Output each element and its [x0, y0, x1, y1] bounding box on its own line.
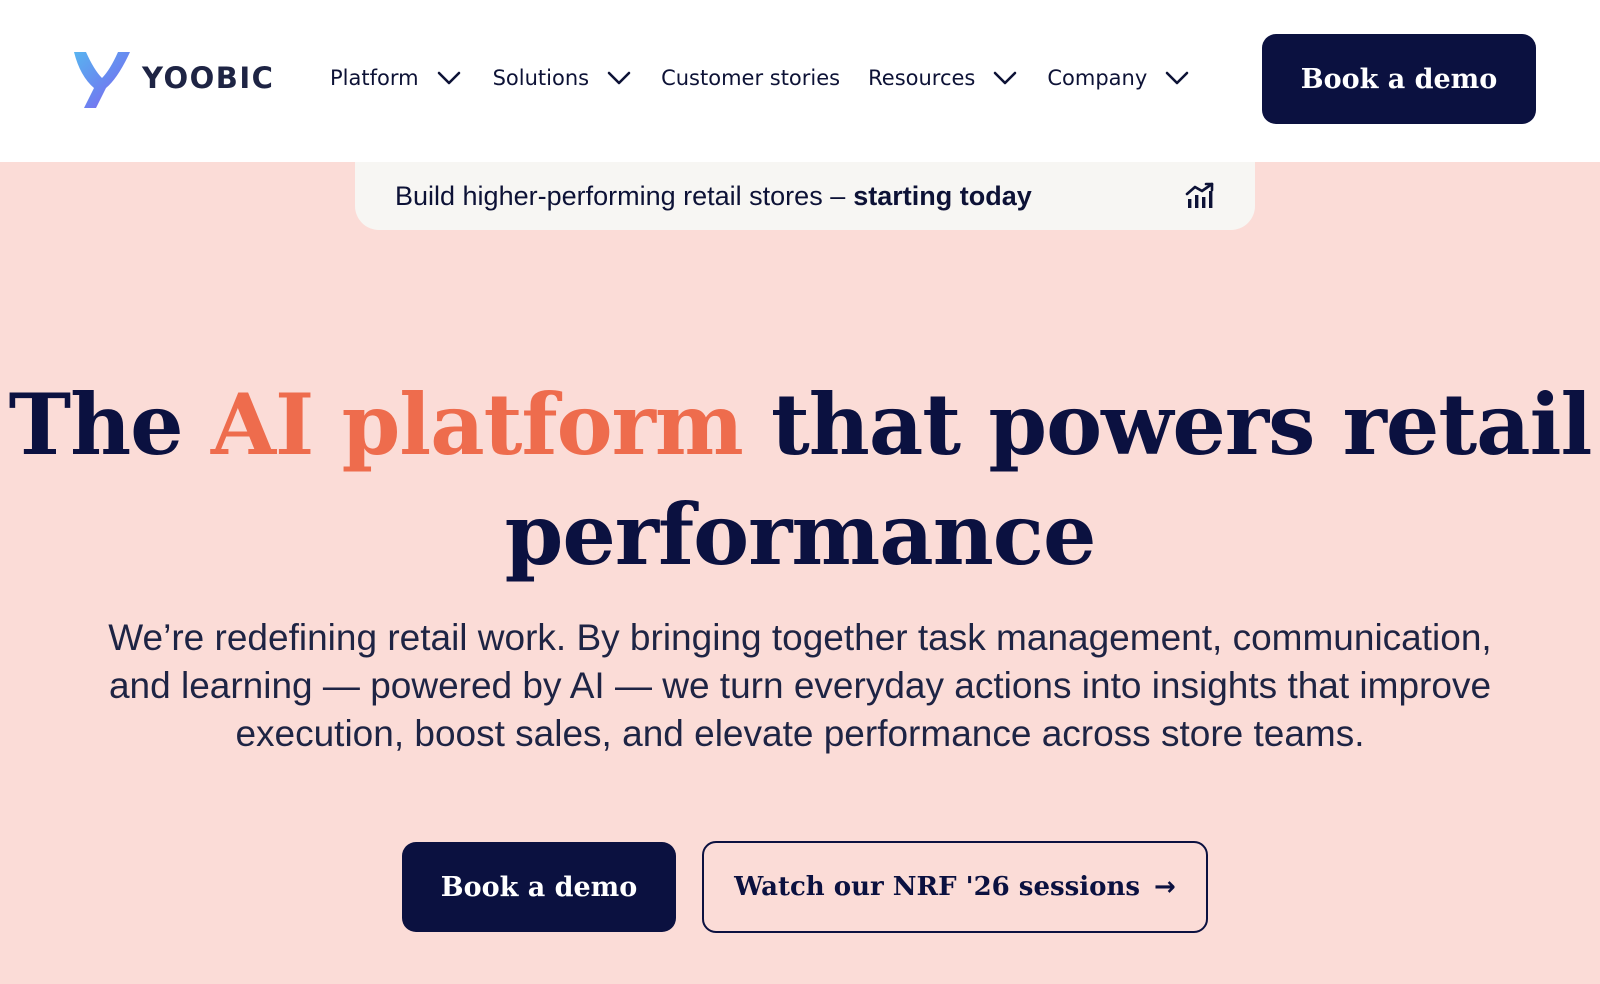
nav-item-label: Customer stories — [661, 66, 841, 90]
nav-item-platform[interactable]: Platform — [330, 66, 461, 90]
nav-item-company[interactable]: Company — [1047, 66, 1189, 90]
announcement-banner[interactable]: Build higher-performing retail stores – … — [355, 162, 1255, 230]
nav-item-label: Platform — [330, 66, 419, 90]
banner-text: Build higher-performing retail stores – … — [395, 162, 1032, 230]
chevron-down-icon — [1165, 71, 1189, 85]
hero-title-accent: AI platform — [210, 375, 744, 474]
hero-title-start: The — [8, 375, 184, 474]
nav-item-label: Resources — [868, 66, 976, 90]
banner-message: Build higher-performing retail stores – — [395, 180, 846, 211]
chevron-down-icon — [437, 71, 460, 85]
arrow-right-icon: → — [1154, 872, 1176, 902]
nav-item-label: Company — [1047, 66, 1148, 90]
watch-nrf-sessions-button[interactable]: Watch our NRF '26 sessions → — [702, 841, 1208, 933]
watch-nrf-sessions-label: Watch our NRF '26 sessions — [734, 872, 1141, 902]
chevron-down-icon — [607, 71, 631, 85]
chart-trend-icon — [1185, 182, 1214, 208]
nav-item-label: Solutions — [492, 66, 590, 90]
hero-title: The AI platform that powers retail perfo… — [0, 370, 1600, 590]
banner-emphasis: starting today — [853, 180, 1032, 211]
yoobic-logo-icon — [74, 52, 130, 108]
nav-item-customer-stories[interactable]: Customer stories — [661, 66, 840, 90]
nav-item-resources[interactable]: Resources — [868, 66, 1017, 90]
book-demo-header-button[interactable]: Book a demo — [1262, 34, 1536, 124]
logo-wordmark: YOOBIC — [142, 61, 275, 95]
hero-subtitle: We’re redefining retail work. By bringin… — [108, 617, 1492, 754]
main-nav: Platform Solutions Customer stories Reso… — [330, 56, 1189, 100]
site-header: YOOBIC Platform Solutions Customer stori… — [0, 0, 1600, 162]
yoobic-logo[interactable]: YOOBIC — [72, 48, 274, 108]
nav-item-solutions[interactable]: Solutions — [493, 66, 632, 90]
book-demo-button[interactable]: Book a demo — [402, 842, 676, 932]
chevron-down-icon — [994, 71, 1017, 85]
